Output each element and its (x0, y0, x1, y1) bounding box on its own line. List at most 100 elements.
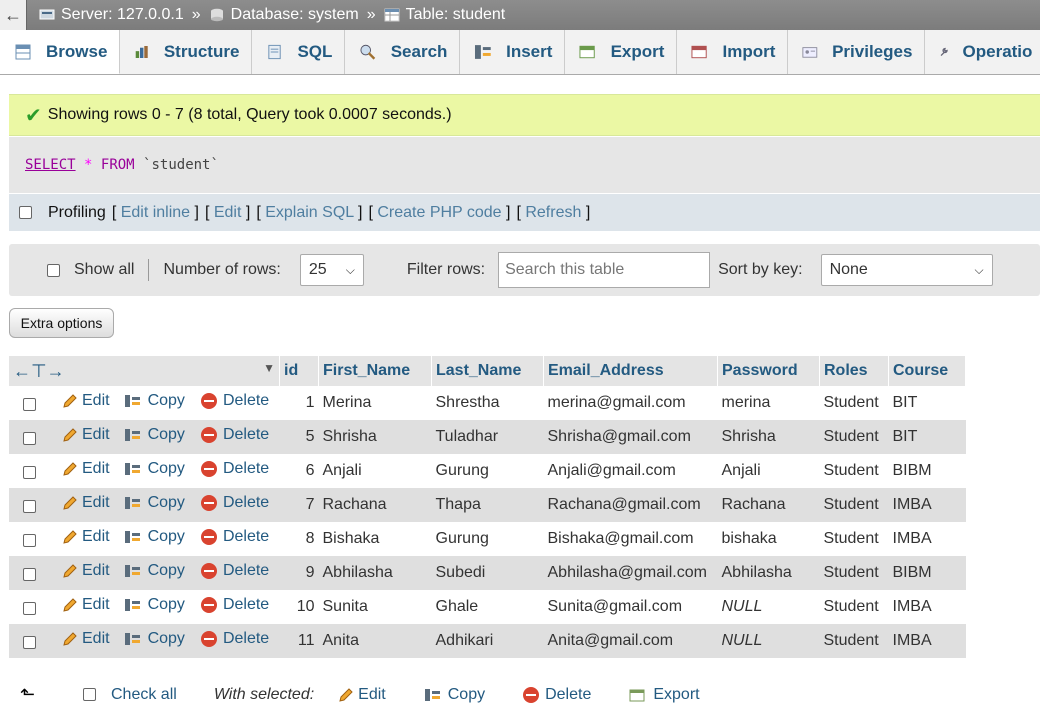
breadcrumb-server[interactable]: Server: 127.0.0.1 (39, 6, 184, 24)
cell-roles[interactable]: Student (819, 488, 889, 522)
row-checkbox[interactable] (23, 568, 36, 582)
copy-label[interactable]: Copy (148, 630, 185, 648)
cell-last-name[interactable]: Subedi (431, 556, 544, 590)
edit-label[interactable]: Edit (82, 630, 110, 648)
edit-inline-link[interactable]: Edit inline (121, 204, 190, 221)
row-delete-button[interactable]: Delete (200, 426, 269, 444)
edit-label[interactable]: Edit (82, 392, 110, 410)
breadcrumb-table-label[interactable]: Table: student (406, 6, 506, 24)
cell-id[interactable]: 1 (279, 386, 319, 420)
tab-privileges[interactable]: Privileges (788, 30, 926, 74)
row-checkbox[interactable] (23, 466, 36, 480)
refresh-link[interactable]: Refresh (525, 204, 581, 221)
sort-dropdown-icon[interactable]: ▼ (263, 361, 275, 375)
bulk-export-button[interactable]: Export (629, 686, 700, 704)
row-delete-button[interactable]: Delete (200, 392, 269, 410)
row-copy-button[interactable]: Copy (124, 630, 185, 648)
row-copy-button[interactable]: Copy (124, 562, 185, 580)
cell-last-name[interactable]: Gurung (431, 522, 544, 556)
cell-last-name[interactable]: Gurung (431, 454, 544, 488)
cell-first-name[interactable]: Anjali (318, 454, 432, 488)
copy-label[interactable]: Copy (148, 562, 185, 580)
cell-roles[interactable]: Student (819, 522, 889, 556)
edit-label[interactable]: Edit (82, 528, 110, 546)
tab-operatio[interactable]: Operatio (925, 30, 1040, 74)
tab-label[interactable]: Export (611, 42, 665, 62)
cell-roles[interactable]: Student (819, 454, 889, 488)
row-delete-button[interactable]: Delete (200, 494, 269, 512)
edit-label[interactable]: Edit (82, 426, 110, 444)
copy-label[interactable]: Copy (148, 392, 185, 410)
copy-label[interactable]: Copy (148, 426, 185, 444)
row-copy-button[interactable]: Copy (124, 596, 185, 614)
check-all-label[interactable]: Check all (111, 686, 177, 704)
row-checkbox[interactable] (23, 534, 36, 548)
breadcrumb-database-label[interactable]: Database: system (231, 6, 359, 24)
show-all-checkbox[interactable] (47, 263, 60, 277)
delete-label[interactable]: Delete (223, 494, 269, 512)
row-edit-button[interactable]: Edit (62, 528, 110, 546)
column-arrows-icon[interactable]: ←⊤→ (13, 361, 65, 381)
cell-password[interactable]: NULL (717, 624, 820, 658)
edit-link[interactable]: Edit (214, 204, 242, 221)
cell-email-address[interactable]: Rachana@gmail.com (543, 488, 718, 522)
row-checkbox[interactable] (23, 500, 36, 514)
tab-label[interactable]: Insert (506, 42, 552, 62)
cell-last-name[interactable]: Tuladhar (431, 420, 544, 454)
column-header-last-name[interactable]: Last_Name (431, 356, 544, 386)
cell-first-name[interactable]: Sunita (318, 590, 432, 624)
cell-roles[interactable]: Student (819, 556, 889, 590)
breadcrumb-table[interactable]: Table: student (384, 6, 506, 24)
tab-browse[interactable]: Browse (0, 30, 121, 74)
tab-label[interactable]: Privileges (832, 42, 912, 62)
tab-label[interactable]: Operatio (963, 42, 1033, 62)
row-edit-button[interactable]: Edit (62, 562, 110, 580)
cell-roles[interactable]: Student (819, 590, 889, 624)
number-of-rows-select[interactable]: 25 ⌵ (299, 254, 364, 286)
tab-insert[interactable]: Insert (460, 30, 566, 74)
tab-label[interactable]: Browse (46, 42, 107, 62)
cell-id[interactable]: 8 (279, 522, 319, 556)
column-header-course[interactable]: Course (888, 356, 966, 386)
row-delete-button[interactable]: Delete (200, 562, 269, 580)
tab-structure[interactable]: Structure (120, 30, 253, 74)
cell-course[interactable]: BIBM (888, 556, 966, 590)
bulk-delete-button[interactable]: Delete (523, 686, 591, 704)
row-delete-button[interactable]: Delete (200, 528, 269, 546)
tab-label[interactable]: Search (391, 42, 448, 62)
sql-keyword-select[interactable]: SELECT (25, 157, 76, 173)
edit-label[interactable]: Edit (82, 494, 110, 512)
cell-first-name[interactable]: Rachana (318, 488, 432, 522)
column-header-first-name[interactable]: First_Name (318, 356, 432, 386)
profiling-checkbox[interactable] (19, 206, 32, 219)
row-edit-button[interactable]: Edit (62, 596, 110, 614)
row-delete-button[interactable]: Delete (200, 596, 269, 614)
show-all-label[interactable]: Show all (74, 261, 134, 279)
check-all-checkbox[interactable] (83, 688, 96, 701)
bulk-copy-button[interactable]: Copy (424, 686, 485, 704)
tab-search[interactable]: Search (345, 30, 461, 74)
row-delete-button[interactable]: Delete (200, 630, 269, 648)
cell-last-name[interactable]: Ghale (431, 590, 544, 624)
filter-rows-input[interactable]: Search this table (498, 252, 711, 288)
tab-label[interactable]: SQL (297, 42, 332, 62)
bulk-edit-button[interactable]: Edit (338, 686, 386, 704)
create-php-code-link[interactable]: Create PHP code (377, 204, 501, 221)
column-header-password[interactable]: Password (717, 356, 820, 386)
delete-label[interactable]: Delete (223, 630, 269, 648)
tab-import[interactable]: Import (677, 30, 789, 74)
sort-by-key-select[interactable]: None ⌵ (820, 254, 993, 286)
tab-sql[interactable]: SQL (252, 30, 346, 74)
tab-label[interactable]: Structure (164, 42, 240, 62)
row-checkbox[interactable] (23, 602, 36, 616)
row-edit-button[interactable]: Edit (62, 426, 110, 444)
cell-course[interactable]: BIT (888, 420, 966, 454)
row-copy-button[interactable]: Copy (124, 460, 185, 478)
cell-password[interactable]: Rachana (717, 488, 820, 522)
column-header-roles[interactable]: Roles (819, 356, 889, 386)
column-header-id[interactable]: id (279, 356, 319, 386)
column-header-email-address[interactable]: Email_Address (543, 356, 718, 386)
row-checkbox[interactable] (23, 636, 36, 650)
row-edit-button[interactable]: Edit (62, 392, 110, 410)
cell-roles[interactable]: Student (819, 420, 889, 454)
